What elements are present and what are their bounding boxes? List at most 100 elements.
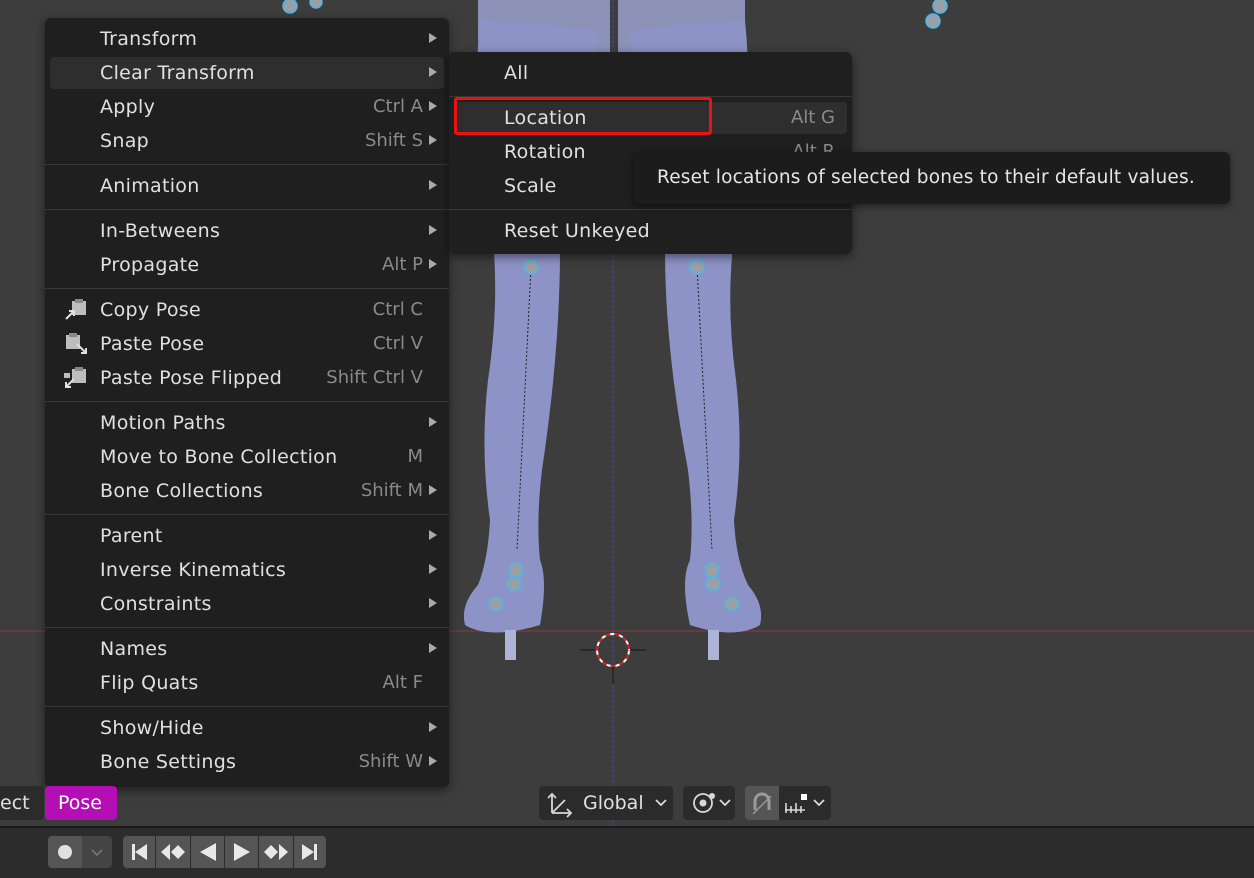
menu-item-all[interactable]: All bbox=[454, 57, 847, 89]
submenu-arrow-icon bbox=[429, 643, 437, 653]
menu-item-copy-pose[interactable]: Copy Pose Ctrl C bbox=[50, 294, 444, 326]
menu-item-label: Paste Pose bbox=[100, 333, 205, 355]
jump-end-icon bbox=[302, 844, 317, 860]
submenu-arrow-icon bbox=[429, 485, 437, 495]
orientation-label: Global bbox=[583, 792, 644, 814]
menu-item-animation[interactable]: Animation bbox=[50, 170, 444, 202]
menu-item-clear-transform[interactable]: Clear Transform bbox=[50, 57, 444, 89]
pivot-point-icon bbox=[693, 793, 731, 813]
snapping-controls[interactable] bbox=[745, 786, 831, 820]
snap-increment-icon bbox=[785, 794, 825, 813]
menu-item-label: Clear Transform bbox=[100, 62, 255, 84]
left-heel bbox=[505, 630, 516, 660]
menu-item-label: Propagate bbox=[100, 254, 200, 276]
menu-item-show-hide[interactable]: Show/Hide bbox=[50, 712, 444, 744]
menu-item-in-betweens[interactable]: In-Betweens bbox=[50, 215, 444, 247]
select-menu-button[interactable]: ect bbox=[0, 786, 44, 820]
menu-separator bbox=[449, 209, 852, 210]
menu-item-label: Transform bbox=[100, 28, 198, 50]
menu-item-shortcut: Ctrl C bbox=[372, 299, 423, 320]
paste-pose-icon bbox=[66, 333, 87, 354]
play-icon bbox=[234, 843, 250, 861]
menu-item-propagate[interactable]: Propagate Alt P bbox=[50, 249, 444, 281]
submenu-arrow-icon bbox=[429, 417, 437, 427]
menu-item-label: Scale bbox=[504, 175, 557, 197]
menu-item-names[interactable]: Names bbox=[50, 633, 444, 665]
menu-item-bone-settings[interactable]: Bone Settings Shift W bbox=[50, 746, 444, 778]
menu-item-label: Copy Pose bbox=[100, 299, 201, 321]
menu-item-shortcut: M bbox=[407, 446, 423, 467]
menu-separator bbox=[45, 401, 449, 402]
menu-item-bone-collections[interactable]: Bone Collections Shift M bbox=[50, 475, 444, 507]
menu-separator bbox=[45, 514, 449, 515]
menu-item-shortcut: Ctrl A bbox=[372, 96, 423, 117]
copy-pose-icon bbox=[65, 299, 86, 320]
menu-item-parent[interactable]: Parent bbox=[50, 520, 444, 552]
pose-menu-button[interactable]: Pose bbox=[45, 786, 117, 820]
chevron-down-icon bbox=[655, 799, 667, 807]
menu-item-flip-quats[interactable]: Flip Quats Alt F bbox=[50, 667, 444, 699]
menu-item-shortcut: Alt G bbox=[790, 107, 835, 128]
auto-keying-button[interactable] bbox=[48, 836, 82, 868]
menu-item-label: Motion Paths bbox=[100, 412, 226, 434]
submenu-arrow-icon bbox=[429, 598, 437, 608]
record-icon bbox=[58, 845, 72, 859]
menu-item-label: Inverse Kinematics bbox=[100, 559, 287, 581]
menu-item-paste-pose-flipped[interactable]: Paste Pose Flipped Shift Ctrl V bbox=[50, 362, 444, 394]
chevron-down-icon bbox=[813, 799, 825, 807]
menu-item-shortcut: Ctrl V bbox=[372, 333, 423, 354]
menu-item-label: Names bbox=[100, 638, 168, 660]
menu-item-label: Snap bbox=[100, 130, 150, 152]
menu-item-label: Flip Quats bbox=[100, 672, 199, 694]
menu-item-transform[interactable]: Transform bbox=[50, 23, 444, 55]
submenu-arrow-icon bbox=[429, 722, 437, 732]
menu-item-shortcut: Shift M bbox=[360, 480, 423, 501]
submenu-arrow-icon bbox=[429, 564, 437, 574]
menu-item-label: Show/Hide bbox=[100, 717, 204, 739]
submenu-arrow-icon bbox=[429, 33, 437, 43]
menu-item-snap[interactable]: Snap Shift S bbox=[50, 125, 444, 157]
menu-item-shortcut: Alt P bbox=[382, 254, 423, 275]
submenu-arrow-icon bbox=[429, 67, 437, 77]
submenu-arrow-icon bbox=[429, 756, 437, 766]
menu-item-shortcut: Shift Ctrl V bbox=[326, 367, 423, 388]
play-reverse-button[interactable] bbox=[191, 836, 224, 868]
chevron-down-icon bbox=[91, 849, 103, 857]
menu-item-label: Paste Pose Flipped bbox=[100, 367, 283, 389]
menu-item-inverse-kinematics[interactable]: Inverse Kinematics bbox=[50, 554, 444, 586]
auto-keying-options-dropdown[interactable] bbox=[82, 836, 112, 868]
submenu-arrow-icon bbox=[429, 259, 437, 269]
prev-keyframe-icon bbox=[161, 844, 185, 860]
menu-separator bbox=[45, 706, 449, 707]
jump-next-keyframe-button[interactable] bbox=[259, 836, 293, 868]
menu-item-label: Animation bbox=[100, 175, 200, 197]
select-menu-label: ect bbox=[0, 792, 30, 814]
right-heel bbox=[708, 630, 719, 660]
menu-item-label: All bbox=[504, 62, 529, 84]
menu-item-shortcut: Alt F bbox=[382, 672, 423, 693]
menu-item-label: Bone Collections bbox=[100, 480, 264, 502]
next-keyframe-icon bbox=[264, 844, 288, 860]
menu-item-reset-unkeyed[interactable]: Reset Unkeyed bbox=[454, 215, 847, 247]
menu-item-constraints[interactable]: Constraints bbox=[50, 588, 444, 620]
menu-item-label: Constraints bbox=[100, 593, 212, 615]
menu-item-motion-paths[interactable]: Motion Paths bbox=[50, 407, 444, 439]
play-button[interactable] bbox=[225, 836, 258, 868]
menu-separator bbox=[45, 627, 449, 628]
menu-item-paste-pose[interactable]: Paste Pose Ctrl V bbox=[50, 328, 444, 360]
tooltip: Reset locations of selected bones to the… bbox=[634, 152, 1230, 204]
submenu-arrow-icon bbox=[429, 180, 437, 190]
menu-item-move-to-bone-collection[interactable]: Move to Bone Collection M bbox=[50, 441, 444, 473]
menu-item-label: Apply bbox=[100, 96, 156, 118]
pivot-point-dropdown[interactable] bbox=[683, 786, 735, 820]
menu-separator bbox=[45, 164, 449, 165]
jump-to-start-button[interactable] bbox=[123, 836, 155, 868]
menu-item-label: Bone Settings bbox=[100, 751, 237, 773]
jump-prev-keyframe-button[interactable] bbox=[156, 836, 190, 868]
menu-item-label: Rotation bbox=[504, 141, 586, 163]
transform-orientation-dropdown[interactable]: Global bbox=[539, 786, 673, 820]
jump-start-icon bbox=[132, 844, 147, 860]
jump-to-end-button[interactable] bbox=[294, 836, 326, 868]
menu-item-apply[interactable]: Apply Ctrl A bbox=[50, 91, 444, 123]
submenu-arrow-icon bbox=[429, 530, 437, 540]
